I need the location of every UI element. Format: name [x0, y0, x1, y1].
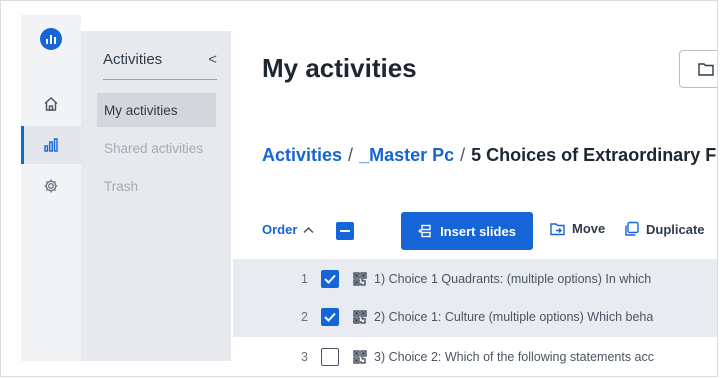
activities-chart-icon[interactable] — [21, 126, 81, 164]
secondary-nav: Activities < My activities Shared activi… — [81, 31, 231, 361]
breadcrumb-activities[interactable]: Activities — [262, 145, 342, 166]
order-sort-button[interactable]: Order — [262, 222, 314, 237]
breadcrumb-separator: / — [460, 145, 466, 165]
nav-item-label: Shared activities — [104, 140, 204, 156]
app-window: Activities < My activities Shared activi… — [0, 0, 718, 377]
insert-slides-button[interactable]: Insert slides — [401, 212, 533, 250]
chevron-up-icon — [303, 226, 314, 233]
toolbar: Order Insert slides Move Duplicate — [262, 212, 717, 250]
qr-code-icon — [353, 310, 367, 324]
logo-icon[interactable] — [40, 28, 62, 50]
row-checkbox[interactable] — [321, 348, 339, 366]
breadcrumb-master-folder[interactable]: _Master Pc — [359, 145, 454, 166]
row-number: 1 — [301, 272, 308, 286]
duplicate-button[interactable]: Duplicate — [624, 221, 705, 237]
row-title: 3) Choice 2: Which of the following stat… — [374, 350, 654, 364]
nav-item-label: My activities — [104, 102, 178, 118]
move-icon — [550, 222, 565, 235]
qr-code-icon — [353, 272, 367, 286]
collapse-nav-button[interactable]: < — [208, 51, 217, 68]
settings-gear-icon[interactable] — [21, 167, 81, 205]
breadcrumb-current: 5 Choices of Extraordinary F — [471, 145, 717, 165]
nav-item-trash[interactable]: Trash — [97, 169, 216, 203]
qr-code-icon — [353, 350, 367, 364]
row-number: 2 — [301, 310, 308, 324]
row-title: 2) Choice 1: Culture (multiple options) … — [374, 310, 654, 324]
home-icon[interactable] — [21, 85, 81, 123]
row-checkbox[interactable] — [321, 308, 339, 326]
page-title: My activities — [262, 53, 417, 83]
insert-slides-label: Insert slides — [440, 223, 516, 239]
nav-item-label: Trash — [104, 178, 139, 194]
insert-slides-icon — [418, 224, 431, 238]
row-checkbox[interactable] — [321, 270, 339, 288]
breadcrumb-separator: / — [348, 145, 354, 165]
duplicate-label: Duplicate — [646, 221, 705, 237]
subnav-title: Activities — [103, 50, 163, 68]
move-button[interactable]: Move — [550, 221, 605, 236]
table-row[interactable]: 2 2) Choice 1: Culture (multiple options… — [233, 297, 717, 337]
row-number: 3 — [301, 350, 308, 364]
row-title: 1) Choice 1 Quadrants: (multiple options… — [374, 272, 652, 286]
folder-icon — [698, 63, 714, 76]
order-label: Order — [262, 222, 298, 237]
icon-rail — [21, 15, 81, 361]
table-row[interactable]: 3 3) Choice 2: Which of the following st… — [233, 337, 717, 376]
table-row[interactable]: 1 1) Choice 1 Quadrants: (multiple optio… — [233, 259, 717, 299]
nav-item-shared-activities[interactable]: Shared activities — [97, 131, 216, 165]
move-label: Move — [572, 221, 606, 236]
select-all-checkbox[interactable] — [336, 222, 354, 240]
new-folder-button[interactable] — [679, 50, 717, 88]
subnav-header: Activities < — [103, 45, 217, 80]
nav-item-my-activities[interactable]: My activities — [97, 93, 216, 127]
duplicate-icon — [625, 221, 639, 236]
breadcrumb: Activities / _Master Pc / 5 Choices of E… — [262, 145, 716, 166]
